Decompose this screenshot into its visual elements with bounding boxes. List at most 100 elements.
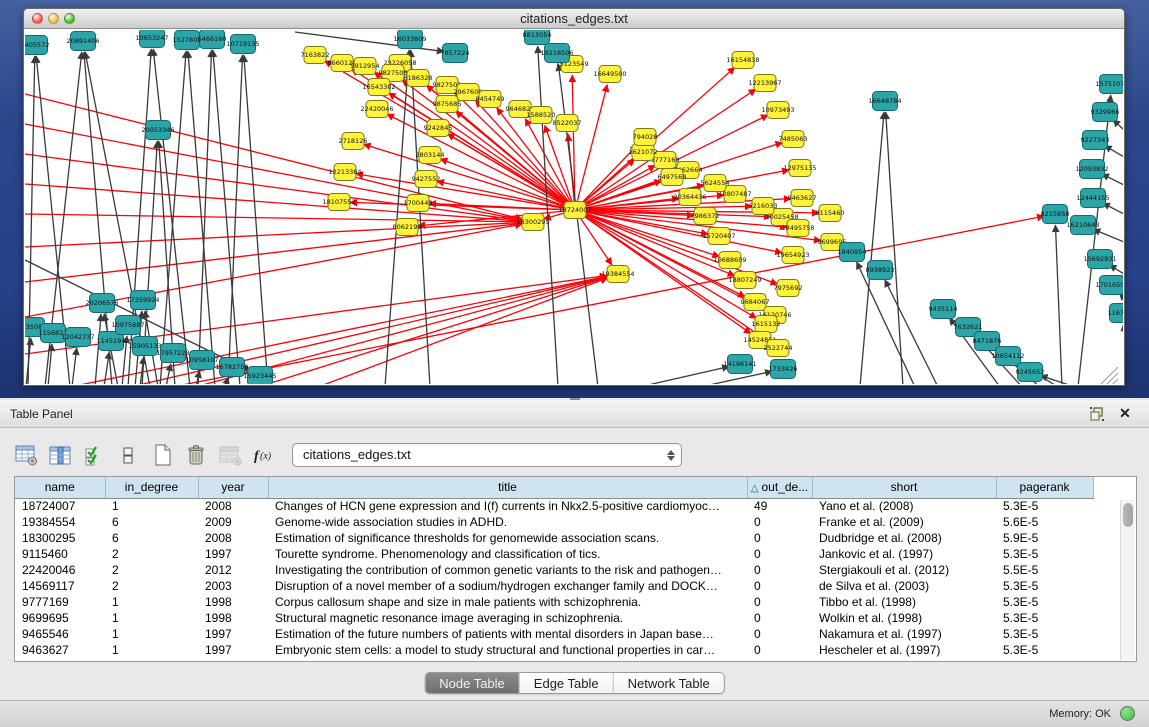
delete-table-icon[interactable] (182, 442, 210, 468)
close-panel-icon[interactable]: ✕ (1117, 405, 1133, 421)
network-node[interactable]: 10653247 (135, 30, 168, 48)
network-node[interactable]: 7986372 (691, 208, 720, 225)
network-edge[interactable] (72, 348, 77, 384)
tab-edge-table[interactable]: Edge Table (520, 673, 614, 693)
network-node[interactable]: 17016504 (1095, 276, 1123, 295)
table-row[interactable]: 1872400712008Changes of HCN gene express… (15, 498, 1093, 514)
table-row[interactable]: 946554611997Estimation of the future num… (15, 626, 1093, 642)
network-node[interactable]: 8454749 (476, 91, 505, 108)
network-node[interactable]: 8522037 (553, 115, 582, 132)
table-row[interactable]: 1456911722003Disruption of a novel membe… (15, 578, 1093, 594)
table-scrollbar[interactable] (1120, 500, 1135, 660)
network-node[interactable]: 9463627 (788, 190, 817, 207)
network-node[interactable]: 1840954 (838, 243, 867, 262)
network-node[interactable]: 16154838 (726, 52, 759, 69)
network-edge[interactable] (447, 134, 575, 210)
table-row[interactable]: 969969511998Structural magnetic resonanc… (15, 610, 1093, 626)
network-node[interactable]: 5624554 (701, 175, 730, 192)
network-edge[interactable] (648, 366, 729, 384)
select-all-icon[interactable] (80, 442, 108, 468)
network-node[interactable]: 15692931 (1083, 250, 1116, 269)
network-node[interactable]: 20206576 (85, 294, 118, 313)
network-node[interactable]: 15751074 (1095, 75, 1123, 94)
network-edge[interactable] (364, 144, 575, 210)
network-node[interactable]: 6216033 (749, 198, 778, 215)
network-node[interactable]: 7485063 (779, 131, 808, 148)
network-node[interactable]: 19654923 (776, 247, 809, 264)
network-node[interactable]: 14196141 (723, 355, 756, 374)
network-node[interactable]: 15923445 (243, 367, 276, 385)
network-edge[interactable] (318, 278, 608, 384)
network-edge[interactable] (25, 154, 522, 221)
network-node[interactable]: 9227343 (1081, 131, 1110, 150)
network-edge[interactable] (885, 280, 938, 384)
network-graph[interactable]: 1872400718300295193845541512354916649500… (25, 30, 1123, 384)
network-canvas[interactable]: 1872400718300295193845541512354916649500… (25, 30, 1123, 384)
network-node[interactable]: 18807249 (728, 272, 761, 289)
network-node[interactable]: 12093832 (1075, 160, 1108, 179)
network-edge[interactable] (385, 50, 409, 384)
network-node[interactable]: 20053346 (141, 121, 174, 140)
network-edge[interactable] (1093, 229, 1123, 242)
column-header-pagerank[interactable]: pagerank (996, 477, 1093, 498)
column-header-name[interactable]: name (15, 477, 105, 498)
network-node[interactable]: 2803144 (416, 147, 445, 164)
table-row[interactable]: 2242004622012Investigating the contribut… (15, 562, 1093, 578)
network-node[interactable]: 9435114 (929, 300, 958, 319)
table-row[interactable]: 1830029562008Estimation of significance … (15, 530, 1093, 546)
column-header-year[interactable]: year (198, 477, 268, 498)
network-node[interactable]: 7857224 (441, 44, 470, 63)
network-node[interactable]: 12213967 (748, 75, 781, 92)
column-select-icon[interactable] (46, 442, 74, 468)
network-node[interactable]: 1733426 (769, 360, 798, 379)
network-window-titlebar[interactable]: citations_edges.txt (24, 9, 1124, 29)
network-node[interactable]: 8813054 (523, 30, 552, 45)
network-node[interactable]: 8938923 (866, 261, 895, 280)
network-node[interactable]: 794028 (633, 129, 658, 146)
network-node[interactable]: 2718126 (339, 133, 368, 150)
table-select[interactable]: citations_edges.txt (292, 443, 682, 467)
network-node[interactable]: 17359924 (126, 291, 159, 310)
network-node[interactable]: 7975692 (774, 280, 803, 297)
table-row[interactable]: 911546021997Tourette syndrome. Phenomeno… (15, 546, 1093, 562)
network-node[interactable]: 9245652 (1016, 363, 1045, 382)
network-node[interactable]: 6466160 (198, 30, 227, 49)
network-node[interactable]: 19384554 (601, 266, 634, 283)
network-node[interactable]: 12975135 (783, 160, 816, 177)
network-node[interactable]: 12042737 (61, 328, 94, 347)
network-edge[interactable] (1055, 225, 1062, 384)
network-node[interactable]: 19218506 (540, 44, 573, 63)
table-settings-icon[interactable] (12, 442, 40, 468)
table-scrollbar-thumb[interactable] (1123, 503, 1133, 527)
column-header-title[interactable]: title (268, 477, 747, 498)
network-node[interactable]: 1615132 (752, 316, 781, 333)
float-panel-icon[interactable] (1089, 406, 1105, 422)
network-node[interactable]: 12444155 (1076, 189, 1109, 208)
new-table-icon[interactable] (148, 442, 176, 468)
function-icon[interactable]: f(x) (250, 442, 278, 468)
network-node[interactable]: 8215958 (1041, 205, 1070, 224)
network-node[interactable]: 16210643 (1066, 216, 1099, 235)
network-edge[interactable] (558, 64, 598, 384)
memory-indicator-icon[interactable] (1120, 706, 1135, 721)
network-node[interactable]: 8186328 (404, 70, 433, 87)
network-node[interactable]: 1588520 (527, 107, 556, 124)
network-node[interactable]: 7163822 (301, 47, 330, 64)
network-node[interactable]: 9427552 (412, 171, 441, 188)
column-header-out_degree[interactable]: △out_de... (747, 477, 812, 498)
network-node[interactable]: 10688609 (713, 252, 746, 269)
tab-network-table[interactable]: Network Table (614, 673, 724, 693)
network-node[interactable]: 16033809 (393, 30, 426, 49)
network-node[interactable]: 10958107 (185, 351, 218, 370)
network-node[interactable]: 2405572 (25, 36, 49, 55)
network-node[interactable]: 9115460 (816, 205, 845, 222)
network-node[interactable]: 16648784 (868, 92, 901, 111)
column-header-in_degree[interactable]: in_degree (105, 477, 198, 498)
network-edge[interactable] (411, 50, 430, 384)
network-node[interactable]: 2522744 (764, 340, 793, 357)
column-header-short[interactable]: short (812, 477, 996, 498)
table-row[interactable]: 977716911998Corpus callosum shape and si… (15, 594, 1093, 610)
tab-node-table[interactable]: Node Table (425, 673, 520, 693)
network-node[interactable]: 16649500 (593, 66, 626, 83)
network-edge[interactable] (244, 55, 268, 384)
